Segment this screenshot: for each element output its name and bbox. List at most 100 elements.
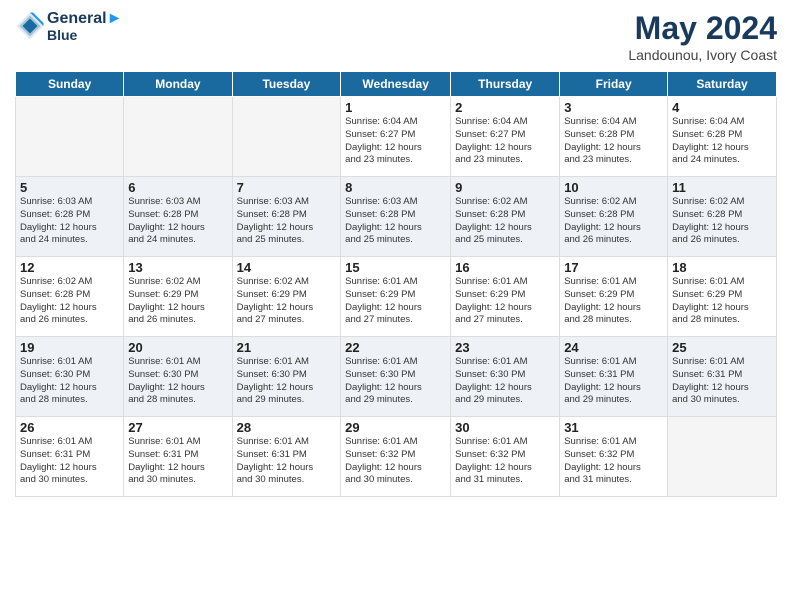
calendar-week-5: 26Sunrise: 6:01 AM Sunset: 6:31 PM Dayli… <box>16 417 777 497</box>
day-number: 17 <box>564 260 663 275</box>
calendar-cell: 28Sunrise: 6:01 AM Sunset: 6:31 PM Dayli… <box>232 417 341 497</box>
day-info: Sunrise: 6:02 AM Sunset: 6:28 PM Dayligh… <box>672 196 772 247</box>
calendar-cell: 11Sunrise: 6:02 AM Sunset: 6:28 PM Dayli… <box>668 177 777 257</box>
calendar-cell: 19Sunrise: 6:01 AM Sunset: 6:30 PM Dayli… <box>16 337 124 417</box>
day-number: 12 <box>20 260 119 275</box>
calendar-cell: 6Sunrise: 6:03 AM Sunset: 6:28 PM Daylig… <box>124 177 232 257</box>
day-info: Sunrise: 6:03 AM Sunset: 6:28 PM Dayligh… <box>128 196 227 247</box>
day-number: 7 <box>237 180 337 195</box>
day-info: Sunrise: 6:02 AM Sunset: 6:28 PM Dayligh… <box>564 196 663 247</box>
day-number: 15 <box>345 260 446 275</box>
col-thursday: Thursday <box>451 72 560 97</box>
calendar-cell: 27Sunrise: 6:01 AM Sunset: 6:31 PM Dayli… <box>124 417 232 497</box>
day-info: Sunrise: 6:01 AM Sunset: 6:31 PM Dayligh… <box>20 436 119 487</box>
day-number: 10 <box>564 180 663 195</box>
calendar-cell: 25Sunrise: 6:01 AM Sunset: 6:31 PM Dayli… <box>668 337 777 417</box>
day-info: Sunrise: 6:01 AM Sunset: 6:30 PM Dayligh… <box>128 356 227 407</box>
calendar-cell <box>668 417 777 497</box>
calendar-cell: 4Sunrise: 6:04 AM Sunset: 6:28 PM Daylig… <box>668 97 777 177</box>
calendar-cell: 8Sunrise: 6:03 AM Sunset: 6:28 PM Daylig… <box>341 177 451 257</box>
day-number: 14 <box>237 260 337 275</box>
day-info: Sunrise: 6:04 AM Sunset: 6:28 PM Dayligh… <box>672 116 772 167</box>
calendar-cell: 30Sunrise: 6:01 AM Sunset: 6:32 PM Dayli… <box>451 417 560 497</box>
day-number: 26 <box>20 420 119 435</box>
day-number: 30 <box>455 420 555 435</box>
calendar-cell: 15Sunrise: 6:01 AM Sunset: 6:29 PM Dayli… <box>341 257 451 337</box>
col-saturday: Saturday <box>668 72 777 97</box>
calendar-cell: 18Sunrise: 6:01 AM Sunset: 6:29 PM Dayli… <box>668 257 777 337</box>
col-tuesday: Tuesday <box>232 72 341 97</box>
calendar-cell: 16Sunrise: 6:01 AM Sunset: 6:29 PM Dayli… <box>451 257 560 337</box>
calendar-cell: 5Sunrise: 6:03 AM Sunset: 6:28 PM Daylig… <box>16 177 124 257</box>
calendar-cell: 1Sunrise: 6:04 AM Sunset: 6:27 PM Daylig… <box>341 97 451 177</box>
day-info: Sunrise: 6:01 AM Sunset: 6:32 PM Dayligh… <box>564 436 663 487</box>
calendar-cell: 9Sunrise: 6:02 AM Sunset: 6:28 PM Daylig… <box>451 177 560 257</box>
day-info: Sunrise: 6:01 AM Sunset: 6:30 PM Dayligh… <box>20 356 119 407</box>
header: General► Blue May 2024 Landounou, Ivory … <box>15 10 777 63</box>
month-title: May 2024 <box>628 10 777 47</box>
day-number: 16 <box>455 260 555 275</box>
day-number: 22 <box>345 340 446 355</box>
day-number: 13 <box>128 260 227 275</box>
day-number: 29 <box>345 420 446 435</box>
day-number: 19 <box>20 340 119 355</box>
calendar-cell: 17Sunrise: 6:01 AM Sunset: 6:29 PM Dayli… <box>560 257 668 337</box>
calendar-cell: 26Sunrise: 6:01 AM Sunset: 6:31 PM Dayli… <box>16 417 124 497</box>
calendar-cell: 3Sunrise: 6:04 AM Sunset: 6:28 PM Daylig… <box>560 97 668 177</box>
day-info: Sunrise: 6:03 AM Sunset: 6:28 PM Dayligh… <box>237 196 337 247</box>
calendar-cell: 14Sunrise: 6:02 AM Sunset: 6:29 PM Dayli… <box>232 257 341 337</box>
day-info: Sunrise: 6:01 AM Sunset: 6:32 PM Dayligh… <box>455 436 555 487</box>
day-number: 6 <box>128 180 227 195</box>
calendar-week-2: 5Sunrise: 6:03 AM Sunset: 6:28 PM Daylig… <box>16 177 777 257</box>
calendar-cell <box>232 97 341 177</box>
header-row: Sunday Monday Tuesday Wednesday Thursday… <box>16 72 777 97</box>
day-info: Sunrise: 6:01 AM Sunset: 6:31 PM Dayligh… <box>672 356 772 407</box>
day-info: Sunrise: 6:01 AM Sunset: 6:30 PM Dayligh… <box>237 356 337 407</box>
logo: General► Blue <box>15 10 122 43</box>
calendar-cell: 12Sunrise: 6:02 AM Sunset: 6:28 PM Dayli… <box>16 257 124 337</box>
day-info: Sunrise: 6:01 AM Sunset: 6:29 PM Dayligh… <box>564 276 663 327</box>
day-number: 25 <box>672 340 772 355</box>
day-info: Sunrise: 6:01 AM Sunset: 6:32 PM Dayligh… <box>345 436 446 487</box>
title-block: May 2024 Landounou, Ivory Coast <box>628 10 777 63</box>
day-info: Sunrise: 6:03 AM Sunset: 6:28 PM Dayligh… <box>20 196 119 247</box>
calendar-cell: 13Sunrise: 6:02 AM Sunset: 6:29 PM Dayli… <box>124 257 232 337</box>
calendar-cell: 24Sunrise: 6:01 AM Sunset: 6:31 PM Dayli… <box>560 337 668 417</box>
day-info: Sunrise: 6:04 AM Sunset: 6:27 PM Dayligh… <box>455 116 555 167</box>
calendar-cell: 22Sunrise: 6:01 AM Sunset: 6:30 PM Dayli… <box>341 337 451 417</box>
day-number: 18 <box>672 260 772 275</box>
day-number: 5 <box>20 180 119 195</box>
calendar-week-3: 12Sunrise: 6:02 AM Sunset: 6:28 PM Dayli… <box>16 257 777 337</box>
day-number: 31 <box>564 420 663 435</box>
day-info: Sunrise: 6:01 AM Sunset: 6:30 PM Dayligh… <box>455 356 555 407</box>
day-info: Sunrise: 6:04 AM Sunset: 6:27 PM Dayligh… <box>345 116 446 167</box>
calendar-cell: 2Sunrise: 6:04 AM Sunset: 6:27 PM Daylig… <box>451 97 560 177</box>
day-info: Sunrise: 6:02 AM Sunset: 6:29 PM Dayligh… <box>237 276 337 327</box>
day-info: Sunrise: 6:01 AM Sunset: 6:29 PM Dayligh… <box>455 276 555 327</box>
day-info: Sunrise: 6:01 AM Sunset: 6:30 PM Dayligh… <box>345 356 446 407</box>
day-number: 11 <box>672 180 772 195</box>
day-number: 24 <box>564 340 663 355</box>
day-info: Sunrise: 6:01 AM Sunset: 6:31 PM Dayligh… <box>564 356 663 407</box>
day-info: Sunrise: 6:01 AM Sunset: 6:29 PM Dayligh… <box>672 276 772 327</box>
calendar-week-1: 1Sunrise: 6:04 AM Sunset: 6:27 PM Daylig… <box>16 97 777 177</box>
day-number: 9 <box>455 180 555 195</box>
calendar-week-4: 19Sunrise: 6:01 AM Sunset: 6:30 PM Dayli… <box>16 337 777 417</box>
day-number: 4 <box>672 100 772 115</box>
calendar-table: Sunday Monday Tuesday Wednesday Thursday… <box>15 71 777 497</box>
day-info: Sunrise: 6:04 AM Sunset: 6:28 PM Dayligh… <box>564 116 663 167</box>
day-info: Sunrise: 6:01 AM Sunset: 6:31 PM Dayligh… <box>128 436 227 487</box>
calendar-cell <box>16 97 124 177</box>
logo-text-block: General► Blue <box>47 10 122 43</box>
day-number: 28 <box>237 420 337 435</box>
calendar-cell: 10Sunrise: 6:02 AM Sunset: 6:28 PM Dayli… <box>560 177 668 257</box>
calendar-cell: 23Sunrise: 6:01 AM Sunset: 6:30 PM Dayli… <box>451 337 560 417</box>
day-number: 1 <box>345 100 446 115</box>
day-info: Sunrise: 6:01 AM Sunset: 6:31 PM Dayligh… <box>237 436 337 487</box>
calendar-cell: 31Sunrise: 6:01 AM Sunset: 6:32 PM Dayli… <box>560 417 668 497</box>
page-container: General► Blue May 2024 Landounou, Ivory … <box>0 0 792 507</box>
day-number: 8 <box>345 180 446 195</box>
logo-icon <box>15 11 45 41</box>
day-number: 27 <box>128 420 227 435</box>
day-info: Sunrise: 6:02 AM Sunset: 6:28 PM Dayligh… <box>20 276 119 327</box>
